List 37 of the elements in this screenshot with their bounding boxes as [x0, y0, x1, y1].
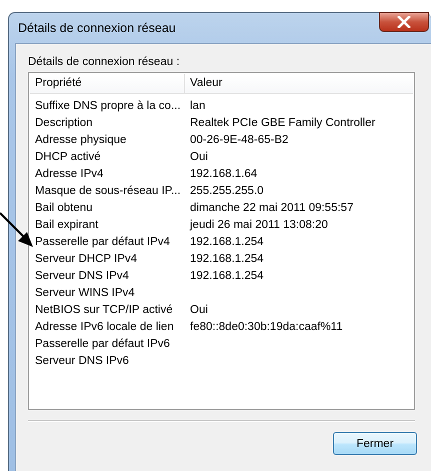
value-cell: 192.168.1.254	[190, 270, 264, 282]
value-cell: lan	[190, 100, 206, 112]
value-cell: dimanche 22 mai 2011 09:55:57	[190, 202, 354, 214]
value-cell: 192.168.1.254	[190, 236, 264, 248]
property-cell: DHCP activé	[35, 151, 101, 163]
property-cell: Masque de sous-réseau IP...	[35, 185, 181, 197]
property-cell: Adresse IPv4	[35, 168, 104, 180]
property-cell: Description	[35, 117, 93, 129]
property-cell: Bail expirant	[35, 219, 98, 231]
list-label: Détails de connexion réseau :	[28, 55, 181, 70]
value-cell: 192.168.1.64	[190, 168, 258, 180]
value-cell: 192.168.1.254	[190, 253, 264, 265]
property-cell: NetBIOS sur TCP/IP activé	[35, 304, 173, 316]
property-cell: Passerelle par défaut IPv4	[35, 236, 170, 248]
close-button[interactable]	[379, 12, 429, 32]
property-cell: Serveur DNS IPv4	[35, 270, 129, 282]
property-cell: Suffixe DNS propre à la co...	[35, 100, 181, 112]
close-icon	[397, 16, 411, 28]
value-cell: Oui	[190, 304, 208, 316]
value-cell: 255.255.255.0	[190, 185, 264, 197]
window-title: Détails de connexion réseau	[18, 21, 176, 35]
close-dialog-button[interactable]: Fermer	[333, 432, 417, 455]
value-cell: jeudi 26 mai 2011 13:08:20	[190, 219, 328, 231]
property-cell: Adresse physique	[35, 134, 126, 146]
property-cell: Bail obtenu	[35, 202, 93, 214]
property-cell: Passerelle par défaut IPv6	[35, 338, 170, 350]
value-cell: Realtek PCIe GBE Family Controller	[190, 117, 376, 129]
value-cell: Oui	[190, 151, 208, 163]
value-cell: fe80::8de0:30b:19da:caaf%11	[190, 321, 343, 333]
property-cell: Serveur DHCP IPv4	[35, 253, 138, 265]
property-cell: Serveur WINS IPv4	[35, 287, 135, 299]
value-cell: 00-26-9E-48-65-B2	[190, 134, 288, 146]
property-cell: Serveur DNS IPv6	[35, 355, 129, 367]
property-cell: Adresse IPv6 locale de lien	[35, 321, 174, 333]
pointer-arrow	[0, 212, 34, 248]
column-header[interactable]: Valeur	[185, 74, 413, 93]
column-header[interactable]: Propriété	[30, 74, 185, 93]
